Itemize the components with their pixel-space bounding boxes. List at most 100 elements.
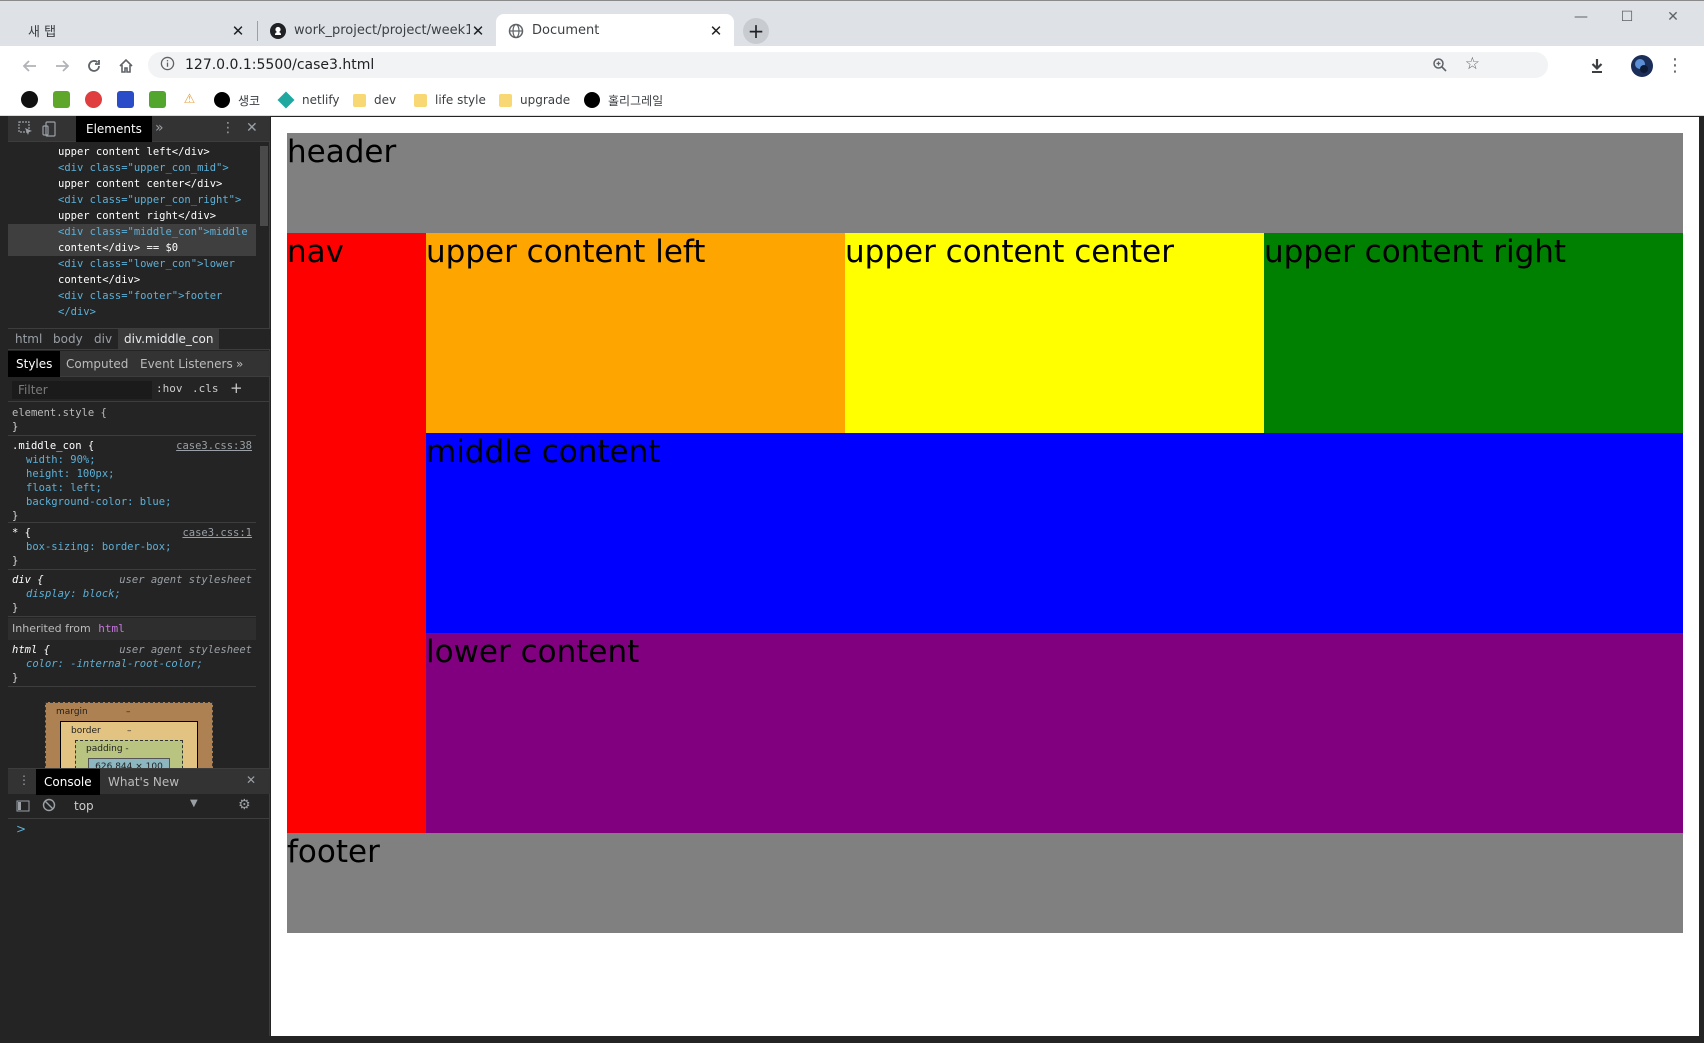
github-bookmark-icon[interactable] [21, 91, 38, 108]
clear-console-icon[interactable] [42, 798, 56, 815]
css-property[interactable]: height: 100px; [12, 467, 252, 481]
box-border[interactable]: border – padding - 626.844 × 100 [60, 721, 198, 768]
rule-close: } [12, 510, 19, 522]
css-property[interactable]: background-color: blue; [12, 495, 252, 509]
dom-line[interactable]: upper content right</div> [8, 208, 256, 224]
dom-line[interactable]: </div> [8, 304, 256, 320]
dom-line[interactable]: upper content left</div> [8, 144, 256, 160]
black-circle-icon [584, 92, 600, 108]
inherited-tag[interactable]: html [98, 622, 125, 635]
breadcrumb-div-middle-con[interactable]: div.middle_con [118, 329, 220, 349]
context-select[interactable]: top [74, 799, 94, 813]
download-button[interactable] [1586, 55, 1608, 77]
css-property[interactable]: width: 90%; [12, 453, 252, 467]
gear-icon[interactable]: ⚙ [238, 797, 251, 813]
tab-event-listeners[interactable]: Event Listeners [140, 351, 233, 377]
rule-source-link[interactable]: case3.css:1 [182, 526, 252, 540]
new-tab-button[interactable]: + [743, 18, 769, 44]
star-icon[interactable]: ☆ [1465, 56, 1480, 73]
rule-ua-html[interactable]: html { user agent stylesheet color: -int… [8, 641, 256, 687]
drawer-menu-icon[interactable]: ⋮ [18, 773, 30, 787]
dom-line[interactable]: <div class="upper_con_mid"> [8, 160, 256, 176]
dom-line-selected[interactable]: content</div> == $0 [8, 240, 256, 256]
avatar-icon [1631, 55, 1653, 77]
dom-line[interactable]: <div class="lower_con">lower [8, 256, 256, 272]
home-button[interactable] [115, 55, 137, 77]
dom-scrollbar[interactable] [260, 146, 268, 226]
url-text: 127.0.0.1:5500/case3.html [185, 57, 375, 73]
tab-whats-new[interactable]: What's New [108, 775, 179, 789]
bookmark-holy-grail[interactable]: 홀리그레일 [584, 90, 663, 110]
bookmark-folder-life-style[interactable]: life style [414, 90, 486, 110]
tab-new-tab[interactable]: 새 탭 ✕ [16, 14, 256, 47]
rule-universal[interactable]: * { case3.css:1 box-sizing: border-box; … [8, 524, 256, 570]
breadcrumb-body[interactable]: body [53, 332, 83, 346]
rule-element-style[interactable]: element.style { } [8, 404, 256, 436]
address-bar[interactable]: 127.0.0.1:5500/case3.html ☆ [148, 52, 1548, 78]
close-icon[interactable]: ✕ [246, 773, 256, 787]
dom-line[interactable]: content</div> [8, 272, 256, 288]
menu-kebab-icon[interactable]: ⋮ [1664, 55, 1686, 77]
rule-middle-con[interactable]: .middle_con { case3.css:38 width: 90%; h… [8, 437, 256, 523]
profile-avatar[interactable] [1631, 55, 1653, 77]
tab-document[interactable]: Document ✕ [496, 14, 734, 47]
close-icon[interactable]: ✕ [246, 120, 258, 136]
chevron-down-icon[interactable]: ▼ [190, 798, 198, 809]
bookmark-folder-dev[interactable]: dev [353, 90, 396, 110]
dom-line-selected[interactable]: <div class="middle_con">middle [8, 224, 256, 240]
close-icon[interactable]: ✕ [230, 22, 246, 40]
more-tabs-icon[interactable]: » [155, 120, 164, 136]
warning-bookmark-icon[interactable]: ⚠ [181, 91, 198, 108]
info-icon[interactable] [160, 56, 175, 75]
tab-github[interactable]: work_project/project/week1 at r ✕ [258, 14, 496, 47]
tab-elements[interactable]: Elements [76, 116, 152, 142]
dom-line[interactable]: upper content center</div> [8, 176, 256, 192]
dom-line[interactable]: <div class="footer">footer [8, 288, 256, 304]
bookmark-folder-upgrade[interactable]: upgrade [499, 90, 570, 110]
dom-line[interactable]: <div class="upper_con_right"> [8, 192, 256, 208]
black-circle-icon [214, 92, 230, 108]
breadcrumb-div[interactable]: div [94, 332, 112, 346]
close-icon[interactable]: ✕ [708, 22, 724, 40]
upper-content-center: upper content center [845, 233, 1264, 433]
box-padding[interactable]: padding - 626.844 × 100 [75, 740, 183, 768]
rule-source-link[interactable]: case3.css:38 [176, 439, 252, 453]
console-prompt[interactable]: > [16, 822, 26, 836]
close-icon[interactable]: ✕ [470, 22, 486, 40]
bookmark-netlify[interactable]: netlify [277, 90, 339, 110]
inspect-element-icon[interactable] [18, 121, 34, 140]
forward-button[interactable] [51, 55, 73, 77]
filter-input[interactable]: Filter [12, 381, 152, 399]
content-size[interactable]: 626.844 × 100 [88, 758, 170, 768]
close-window-button[interactable]: ✕ [1658, 7, 1688, 27]
tab-styles[interactable]: Styles [8, 351, 61, 377]
tab-computed[interactable]: Computed [66, 351, 128, 377]
devtools-menu-icon[interactable]: ⋮ [221, 120, 235, 136]
box-margin[interactable]: margin – border – padding - 626.844 × 10… [45, 702, 213, 768]
zoom-icon[interactable] [1432, 57, 1448, 77]
minimize-button[interactable]: — [1566, 7, 1596, 27]
back-button[interactable] [19, 55, 41, 77]
maximize-button[interactable]: ☐ [1612, 7, 1642, 27]
pinterest-style-bookmark-icon[interactable] [85, 91, 102, 108]
hov-toggle[interactable]: :hov [156, 382, 183, 395]
download-icon [1591, 59, 1603, 73]
more-tabs-icon[interactable]: » [236, 351, 243, 377]
rule-ua-div[interactable]: div { user agent stylesheet display: blo… [8, 571, 256, 617]
bookmark-saengko[interactable]: 생코 [214, 90, 260, 110]
styles-filter-row: Filter :hov .cls + [8, 378, 270, 402]
css-property[interactable]: float: left; [12, 481, 252, 495]
w3-bookmark-icon[interactable] [53, 91, 70, 108]
px-bookmark-icon[interactable] [149, 91, 166, 108]
inherited-label: Inherited from [12, 622, 91, 635]
reload-button[interactable] [83, 55, 105, 77]
device-toggle-icon[interactable] [42, 121, 58, 140]
breadcrumb-html[interactable]: html [15, 332, 42, 346]
new-rule-button[interactable]: + [230, 379, 243, 397]
cls-toggle[interactable]: .cls [192, 382, 219, 395]
sidebar-toggle-icon[interactable] [16, 799, 30, 816]
css-property[interactable]: box-sizing: border-box; [12, 540, 252, 554]
ir-bookmark-icon[interactable] [117, 91, 134, 108]
tab-console[interactable]: Console [36, 769, 100, 795]
rule-close: } [12, 555, 19, 567]
